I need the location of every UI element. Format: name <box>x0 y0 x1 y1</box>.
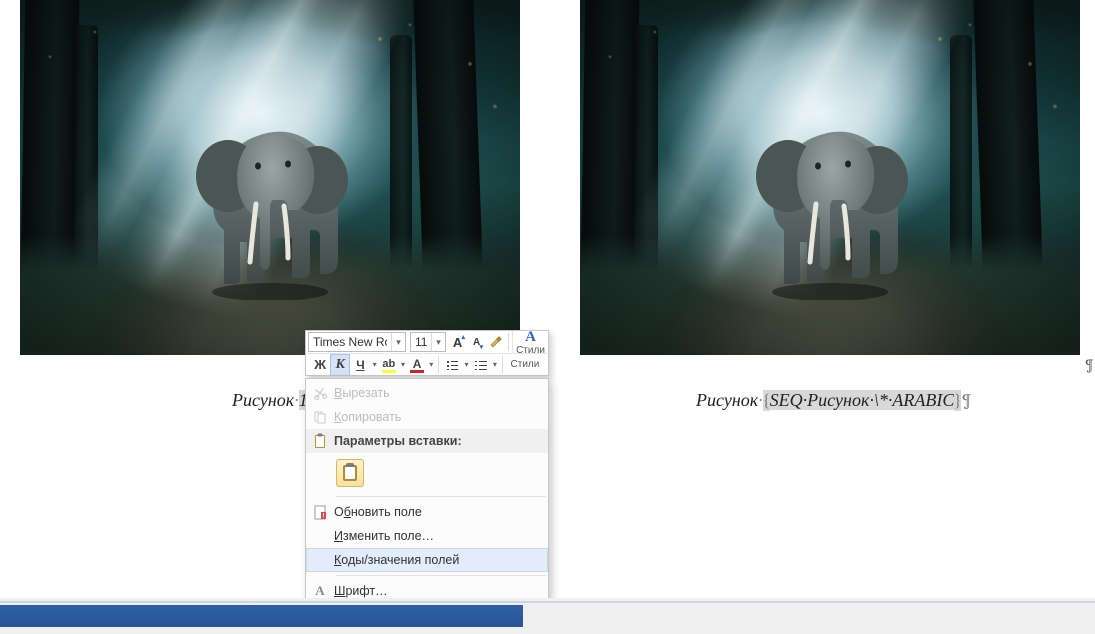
blank-icon <box>306 548 334 572</box>
font-color-button[interactable]: A <box>408 355 426 375</box>
clipboard-icon <box>343 465 357 481</box>
context-menu: ВВырезатьырезать Копировать Параметры вс… <box>305 378 549 630</box>
chevron-down-icon[interactable]: ▾ <box>431 333 445 351</box>
menu-copy[interactable]: Копировать <box>306 405 548 429</box>
menu-update-field[interactable]: ! Обновить поле <box>306 500 548 524</box>
menu-edit-field[interactable]: Изменить поле… <box>306 524 548 548</box>
font-size-combo[interactable]: ▾ <box>410 332 446 352</box>
left-pane: ¶ <box>20 0 520 355</box>
font-name-combo[interactable]: ▾ <box>308 332 406 352</box>
styles-button[interactable]: A Стили <box>512 331 548 353</box>
paste-options-row <box>306 453 548 493</box>
field-brace-open: { <box>763 390 770 411</box>
shrink-font-button[interactable]: A <box>468 332 485 352</box>
clipboard-icon <box>306 429 334 453</box>
copy-icon <box>306 405 334 429</box>
menu-cut[interactable]: ВВырезатьырезать <box>306 381 548 405</box>
svg-text:!: ! <box>323 513 325 519</box>
chevron-down-icon[interactable]: ▾ <box>427 360 435 369</box>
chevron-down-icon[interactable]: ▾ <box>371 360 379 369</box>
highlight-color-button[interactable]: ab <box>380 355 398 375</box>
scissors-icon <box>304 379 336 407</box>
update-field-icon: ! <box>306 500 334 524</box>
bullets-button[interactable] <box>443 355 461 375</box>
document-image-right[interactable] <box>580 0 1080 355</box>
blank-icon <box>306 524 334 548</box>
chevron-down-icon[interactable]: ▾ <box>399 360 407 369</box>
font-size-input[interactable] <box>411 335 431 349</box>
bold-button[interactable]: Ж <box>311 355 329 375</box>
numbering-button[interactable] <box>472 355 490 375</box>
chevron-down-icon[interactable]: ▾ <box>491 360 499 369</box>
caption-prefix-right: Рисунок <box>696 390 758 410</box>
italic-button[interactable]: К <box>331 355 349 375</box>
caption-prefix-left: Рисунок <box>232 390 294 410</box>
document-image-left[interactable] <box>20 0 520 355</box>
format-painter-button[interactable] <box>487 332 504 352</box>
underline-button[interactable]: Ч <box>351 355 369 375</box>
paste-keep-source-button[interactable] <box>336 459 364 487</box>
bottom-band <box>0 598 1095 634</box>
pilcrow-icon: ¶ <box>961 390 972 411</box>
right-pane: ¶ <box>580 0 1080 355</box>
chevron-down-icon[interactable]: ▾ <box>391 333 405 351</box>
elephant-illustration <box>170 110 370 300</box>
caption-right[interactable]: Рисунок·{SEQ·Рисунок·\*·ARABIC}¶ <box>696 390 972 411</box>
grow-font-button[interactable]: A <box>449 332 466 352</box>
menu-toggle-field-codes[interactable]: Коды/значения полей <box>306 548 548 572</box>
styles-button-2[interactable]: Стили <box>506 354 544 375</box>
menu-paste-options-header: Параметры вставки: <box>306 429 548 453</box>
field-code: SEQ·Рисунок·\*·ARABIC <box>770 390 955 410</box>
mini-toolbar: ▾ ▾ A A A Стили Ж К Ч ▾ ab ▾ A ▾ ▾ <box>305 330 549 376</box>
font-name-input[interactable] <box>309 335 391 349</box>
elephant-illustration <box>730 110 930 300</box>
chevron-down-icon[interactable]: ▾ <box>462 360 470 369</box>
pilcrow-icon: ¶ <box>1085 356 1094 374</box>
